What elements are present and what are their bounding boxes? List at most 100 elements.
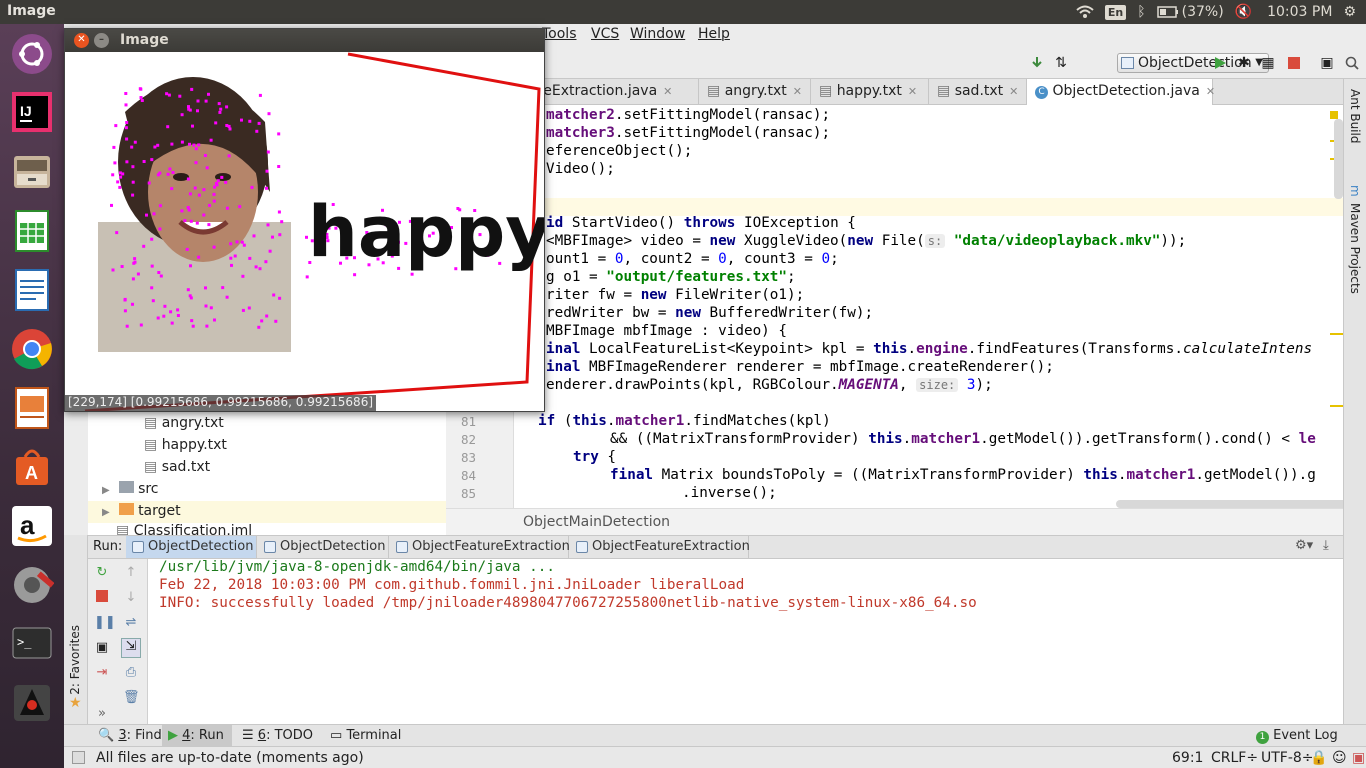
menu-window[interactable]: Window: [630, 26, 685, 42]
launcher-system-settings[interactable]: [6, 559, 58, 611]
clock[interactable]: 10:03 PM: [1267, 4, 1332, 20]
launcher-java-app[interactable]: [6, 677, 58, 729]
close-icon[interactable]: ✕: [793, 85, 802, 98]
scroll-down-icon[interactable]: ↓: [123, 590, 139, 606]
sort-binary-icon[interactable]: ⇅: [1053, 55, 1069, 71]
debug-bug-icon[interactable]: ✱: [1236, 55, 1252, 71]
camera-dump-icon[interactable]: ▣: [94, 640, 110, 656]
launcher-chrome[interactable]: [6, 323, 58, 375]
tree-item-src[interactable]: ▶ src: [102, 481, 159, 497]
menu-help[interactable]: Help: [698, 26, 730, 42]
event-log-button[interactable]: 1 Event Log: [1256, 728, 1338, 744]
stop-icon[interactable]: [94, 590, 110, 606]
code-editor[interactable]: 81 82 83 84 85 matcher2.setFittingModel(…: [446, 105, 1343, 508]
favorites-button[interactable]: 2: Favorites: [68, 625, 82, 695]
run-tab-object-detection-1[interactable]: ObjectDetection: [126, 536, 257, 558]
launcher-calc[interactable]: [6, 205, 58, 257]
wifi-icon[interactable]: [1076, 5, 1094, 19]
launcher-terminal[interactable]: >_: [6, 618, 58, 670]
editor-breadcrumb[interactable]: ObjectMainDetection: [446, 508, 1343, 535]
stop-icon[interactable]: [1286, 55, 1302, 71]
scroll-up-icon[interactable]: ↑: [123, 565, 139, 581]
tree-item-iml[interactable]: ▤ Classification.iml: [116, 523, 252, 535]
run-tab-feature-extraction-2[interactable]: ObjectFeatureExtraction: [570, 536, 750, 558]
image-window-titlebar[interactable]: ✕ – Image: [65, 29, 544, 52]
keypoint-dot: [140, 99, 144, 102]
tree-item-sad[interactable]: ▤ sad.txt: [144, 459, 210, 475]
run-tool-button[interactable]: ▶ 4: Run: [162, 725, 232, 746]
exit-icon[interactable]: ⇥: [94, 665, 110, 681]
keypoint-dot: [178, 94, 182, 98]
launcher-files[interactable]: [6, 146, 58, 198]
launcher-ubuntu-dash[interactable]: [6, 28, 58, 80]
rerun-icon[interactable]: ↻: [94, 565, 110, 581]
tree-item-angry[interactable]: ▤ angry.txt: [144, 415, 224, 431]
settings-gear-icon[interactable]: ⚙▾: [1295, 538, 1313, 553]
menu-vcs[interactable]: VCS: [591, 26, 619, 42]
build-arrow-icon[interactable]: [1029, 55, 1045, 71]
error-stripe-mark[interactable]: [1330, 333, 1343, 335]
battery-indicator[interactable]: (37%): [1156, 4, 1224, 20]
warning-marker[interactable]: [1330, 111, 1338, 119]
run-console[interactable]: /usr/lib/jvm/java-8-openjdk-amd64/bin/ja…: [148, 559, 1343, 724]
find-tool-button[interactable]: 🔍 3: Find: [98, 728, 162, 743]
keypoint-dot: [147, 181, 151, 185]
line-separator[interactable]: CRLF÷: [1211, 750, 1258, 766]
tree-item-happy[interactable]: ▤ happy.txt: [144, 437, 227, 453]
pause-icon[interactable]: ❚❚: [94, 615, 116, 631]
run-tab-object-detection-2[interactable]: ObjectDetection: [258, 536, 389, 558]
close-icon[interactable]: ✕: [908, 85, 917, 98]
lock-icon[interactable]: 🔒: [1310, 750, 1327, 766]
tab-sad[interactable]: ▤ sad.txt ✕: [929, 79, 1027, 105]
launcher-writer[interactable]: [6, 264, 58, 316]
todo-tool-button[interactable]: ☰ 6: TODO: [242, 728, 313, 743]
caret-position[interactable]: 69:1: [1172, 750, 1203, 766]
keyboard-layout-indicator[interactable]: En: [1104, 4, 1127, 20]
inspector-icon[interactable]: ☺: [1332, 750, 1347, 766]
image-canvas[interactable]: happy: [65, 52, 544, 411]
menu-tools[interactable]: Tools: [542, 26, 577, 42]
search-icon[interactable]: [1344, 55, 1360, 71]
volume-muted-icon[interactable]: 🔇: [1235, 4, 1252, 20]
project-structure-icon[interactable]: ▣: [1319, 55, 1335, 71]
close-icon[interactable]: ✕: [1009, 85, 1018, 98]
close-icon[interactable]: ✕: [1206, 85, 1215, 98]
terminal-tool-button[interactable]: ▭ Terminal: [330, 728, 401, 743]
editor-h-scrollbar[interactable]: [1116, 500, 1343, 508]
more-icon[interactable]: »: [94, 706, 110, 722]
minimize-window-button[interactable]: –: [94, 33, 109, 48]
tab-feature-extraction[interactable]: FeatureExtraction.java ✕: [499, 79, 699, 105]
tab-angry[interactable]: ▤ angry.txt ✕: [699, 79, 811, 105]
run-tab-feature-extraction-1[interactable]: ObjectFeatureExtraction: [390, 536, 570, 558]
settings-gear-icon[interactable]: ⚙: [1343, 4, 1356, 20]
run-play-icon[interactable]: [1212, 55, 1228, 71]
scroll-to-end-icon[interactable]: ⇲: [121, 638, 141, 658]
launcher-amazon[interactable]: a: [6, 500, 58, 552]
close-icon[interactable]: ✕: [663, 85, 672, 98]
editor-scrollbar[interactable]: [1334, 119, 1343, 199]
keypoint-dot: [170, 187, 174, 191]
error-stripe-mark[interactable]: [1330, 405, 1343, 407]
bluetooth-icon[interactable]: ᛒ: [1137, 4, 1145, 20]
keypoint-dot: [277, 132, 281, 136]
run-config-icon: [1121, 57, 1134, 69]
image-viewer-window[interactable]: ✕ – Image happy [229,174] [0.99215686, 0…: [64, 28, 545, 412]
tab-happy[interactable]: ▤ happy.txt ✕: [811, 79, 929, 105]
print-icon[interactable]: ⎙: [123, 665, 139, 681]
maven-projects-button[interactable]: Maven Projects: [1348, 203, 1362, 294]
memory-indicator-icon[interactable]: ▣: [1352, 750, 1365, 766]
launcher-impress[interactable]: [6, 382, 58, 434]
soft-wrap-icon[interactable]: ⇌: [123, 615, 139, 631]
launcher-intellij[interactable]: IJ: [6, 86, 58, 138]
file-encoding[interactable]: UTF-8÷: [1261, 750, 1314, 766]
tab-label: ObjectDetection.java: [1052, 83, 1200, 99]
hide-panel-icon[interactable]: ⤓: [1323, 538, 1329, 553]
coverage-icon[interactable]: ▦: [1260, 55, 1276, 71]
tree-item-target[interactable]: ▶ target: [88, 501, 446, 523]
ant-build-button[interactable]: Ant Build: [1348, 89, 1362, 143]
toggle-tool-windows-icon[interactable]: [72, 751, 85, 764]
clear-trash-icon[interactable]: 🗑: [123, 690, 140, 706]
launcher-software-center[interactable]: A: [6, 441, 58, 493]
close-window-button[interactable]: ✕: [74, 33, 89, 48]
tab-object-detection[interactable]: C ObjectDetection.java ✕: [1027, 79, 1215, 105]
